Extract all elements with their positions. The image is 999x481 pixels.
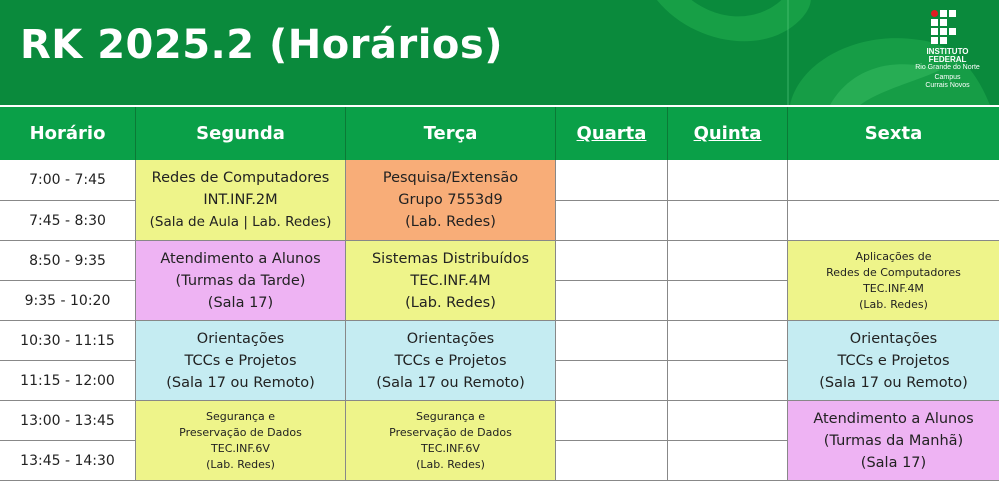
empty-cell [556, 361, 668, 401]
empty-cell [668, 401, 788, 441]
empty-cell [668, 441, 788, 481]
empty-cell [668, 241, 788, 281]
time-slot: 13:45 - 14:30 [0, 441, 136, 481]
page-title: RK 2025.2 (Horários) [20, 22, 503, 68]
empty-cell [788, 201, 999, 241]
column-header-terca: Terça [346, 107, 556, 160]
class-block: Orientações TCCs e Projetos (Sala 17 ou Re… [788, 321, 999, 401]
class-block: Atendimento a Alunos (Turmas da Tarde) (Sa… [136, 241, 346, 321]
class-block: Orientações TCCs e Projetos (Sala 17 ou Re… [346, 321, 556, 401]
empty-cell [556, 160, 668, 201]
empty-cell [556, 401, 668, 441]
column-header-quinta: Quinta [668, 107, 788, 160]
time-slot: 7:00 - 7:45 [0, 160, 136, 201]
logo-text-campus-name: Currais Novos [925, 82, 970, 89]
column-header-sexta: Sexta [788, 107, 999, 160]
logo-text-state: Rio Grande do Norte [915, 64, 980, 71]
empty-cell [556, 281, 668, 321]
class-block: Orientações TCCs e Projetos (Sala 17 ou Re… [136, 321, 346, 401]
logo-text-campus: Campus [934, 74, 961, 81]
empty-cell [556, 441, 668, 481]
empty-cell [556, 201, 668, 241]
empty-cell [668, 201, 788, 241]
empty-cell [788, 160, 999, 201]
class-block: Sistemas Distribuídos TEC.INF.4M (Lab. Red… [346, 241, 556, 321]
column-header-segunda: Segunda [136, 107, 346, 160]
class-block: Segurança e Preservação de Dados TEC.INF.6… [346, 401, 556, 481]
class-block: Segurança e Preservação de Dados TEC.INF.6… [136, 401, 346, 481]
institution-logo: INSTITUTO FEDERAL Rio Grande do Norte Ca… [900, 10, 995, 100]
empty-cell [668, 321, 788, 361]
class-block: Redes de Computadores INT.INF.2M (Sala de … [136, 160, 346, 241]
empty-cell [556, 321, 668, 361]
empty-cell [668, 361, 788, 401]
column-header-quarta: Quarta [556, 107, 668, 160]
class-block: Aplicações de Redes de Computadores TEC.IN… [788, 241, 999, 321]
time-slot: 9:35 - 10:20 [0, 281, 136, 321]
time-slot: 11:15 - 12:00 [0, 361, 136, 401]
class-block: Atendimento a Alunos (Turmas da Manhã) (Sa… [788, 401, 999, 481]
page-header: RK 2025.2 (Horários) INSTITUTO FEDERAL R… [0, 0, 999, 105]
logo-text-federal: FEDERAL [928, 55, 967, 64]
empty-cell [556, 241, 668, 281]
time-slot: 10:30 - 11:15 [0, 321, 136, 361]
logo-icon [930, 10, 965, 44]
time-slot: 7:45 - 8:30 [0, 201, 136, 241]
time-slot: 13:00 - 13:45 [0, 401, 136, 441]
schedule-grid: Horário Segunda Terça Quarta Quinta Sext… [0, 107, 999, 481]
empty-cell [668, 160, 788, 201]
class-block: Pesquisa/Extensão Grupo 7553d9 (Lab. Redes… [346, 160, 556, 241]
empty-cell [668, 281, 788, 321]
time-slot: 8:50 - 9:35 [0, 241, 136, 281]
column-header-horario: Horário [0, 107, 136, 160]
